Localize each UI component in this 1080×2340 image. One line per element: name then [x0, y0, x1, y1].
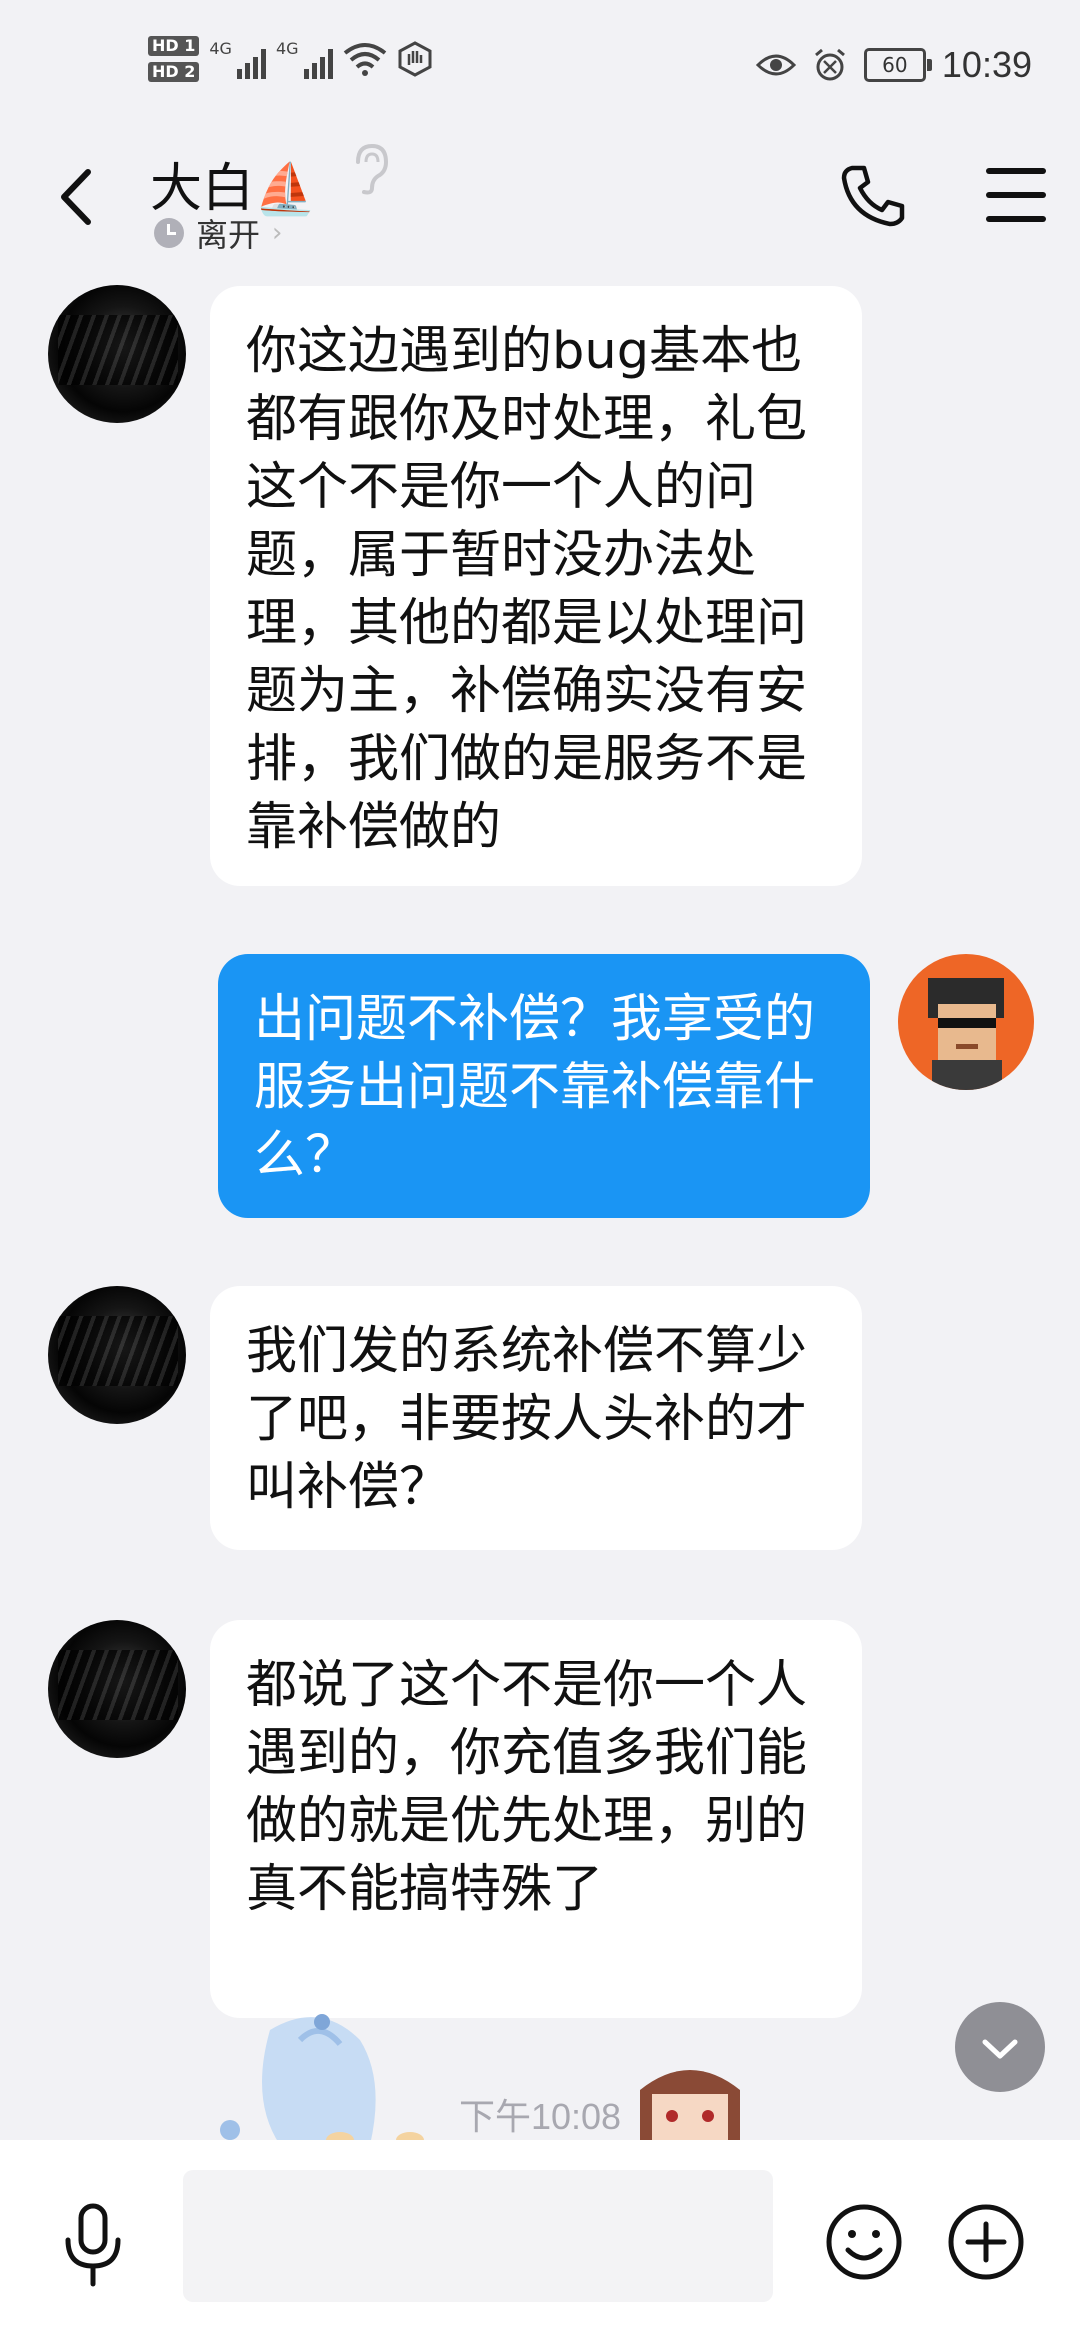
presence-status: 离开 › — [154, 210, 282, 256]
message-bubble-incoming[interactable]: 我们发的系统补偿不算少了吧，非要按人头补的才叫补偿？ — [210, 1286, 862, 1550]
hd1-badge: HD 1 — [148, 36, 200, 56]
status-left: HD 1 HD 2 4G 4G — [148, 36, 433, 82]
pixel-face-icon — [928, 978, 1004, 1090]
network2-label: 4G — [275, 39, 299, 58]
contact-avatar[interactable] — [48, 1620, 186, 1758]
message-text: 出问题不补偿？我享受的服务出问题不靠补偿靠什么？ — [254, 990, 816, 1185]
menu-icon[interactable] — [986, 168, 1046, 222]
hd2-badge: HD 2 — [148, 62, 200, 82]
battery-level: 60 — [882, 53, 908, 77]
message-timestamp: 下午10:08 — [458, 2096, 622, 2137]
ear-icon[interactable] — [348, 142, 392, 196]
signal-icon: 4G — [209, 39, 266, 79]
battery-icon: 60 — [863, 48, 932, 82]
status-right: 60 10:39 — [755, 44, 1032, 86]
contact-avatar[interactable] — [48, 1286, 186, 1424]
back-chevron-icon[interactable] — [48, 162, 108, 232]
input-bar — [0, 2140, 1080, 2340]
presence-label: 离开 — [196, 216, 261, 254]
alarm-icon — [814, 48, 845, 81]
chevron-down-icon — [982, 2039, 1018, 2059]
message-bubble-incoming[interactable]: 你这边遇到的bug基本也都有跟你及时处理，礼包这个不是你一个人的问题，属于暂时没… — [210, 286, 862, 886]
clock-icon — [154, 218, 184, 248]
message-text: 我们发的系统补偿不算少了吧，非要按人头补的才叫补偿？ — [246, 1322, 808, 1517]
message-text: 都说了这个不是你一个人遇到的，你充值多我们能做的就是优先处理，别的真不能搞特殊了 — [246, 1656, 808, 1919]
my-avatar[interactable] — [898, 954, 1034, 1090]
network1-label: 4G — [209, 39, 232, 58]
hand-icon — [398, 41, 432, 77]
chat-header: 大白⛵ 离开 › — [0, 130, 1080, 280]
sailboat-icon: ⛵ — [254, 161, 317, 217]
status-bar: HD 1 HD 2 4G 4G 60 10:39 — [0, 0, 1080, 130]
scroll-to-bottom-button[interactable] — [955, 2002, 1045, 2092]
message-bubble-incoming[interactable]: 都说了这个不是你一个人遇到的，你充值多我们能做的就是优先处理，别的真不能搞特殊了 — [210, 1620, 862, 2018]
plus-icon[interactable] — [946, 2202, 1026, 2282]
eye-icon — [755, 54, 796, 76]
message-input[interactable] — [183, 2170, 773, 2302]
clock-time: 10:39 — [941, 44, 1032, 85]
chevron-right-icon: › — [272, 218, 283, 248]
emoji-icon[interactable] — [824, 2202, 904, 2282]
wifi-icon — [343, 43, 386, 76]
sticker-anime-boy — [640, 2070, 740, 2145]
phone-icon[interactable] — [838, 160, 908, 230]
message-bubble-outgoing[interactable]: 出问题不补偿？我享受的服务出问题不靠补偿靠什么？ — [218, 954, 870, 1218]
message-text: 你这边遇到的bug基本也都有跟你及时处理，礼包这个不是你一个人的问题，属于暂时没… — [246, 322, 808, 857]
contact-avatar[interactable] — [48, 285, 186, 423]
signal-icon-2: 4G — [276, 39, 333, 79]
microphone-icon[interactable] — [60, 2200, 126, 2290]
